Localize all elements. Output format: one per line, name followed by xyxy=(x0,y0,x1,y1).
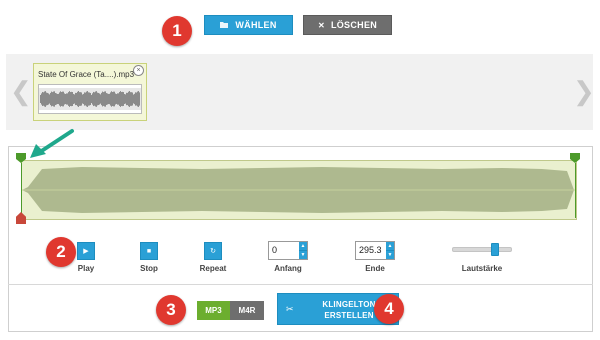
chevron-down-icon[interactable]: ▼ xyxy=(386,250,394,259)
end-time-value: 295.3 xyxy=(359,245,382,255)
step-badge-2: 2 xyxy=(46,237,76,267)
end-time-stepper[interactable]: ▲ ▼ xyxy=(386,242,394,259)
start-time-value: 0 xyxy=(272,245,278,255)
stop-label: Stop xyxy=(140,264,158,273)
stop-icon: ■ xyxy=(146,247,152,255)
file-waveform-thumbnail xyxy=(38,84,142,114)
end-time-input[interactable]: 295.3 ▲ ▼ xyxy=(355,241,395,260)
delete-label: LÖSCHEN xyxy=(330,20,378,30)
chevron-up-icon[interactable]: ▲ xyxy=(299,242,307,250)
start-time-stepper[interactable]: ▲ ▼ xyxy=(299,242,307,259)
play-label: Play xyxy=(77,264,95,273)
format-m4r-option[interactable]: M4R xyxy=(230,301,264,320)
format-mp3-option[interactable]: MP3 xyxy=(197,301,230,320)
selection-start-line xyxy=(21,163,22,218)
step-badge-1: 1 xyxy=(162,16,192,46)
folder-open-icon xyxy=(220,21,229,30)
volume-label: Lautstärke xyxy=(461,264,503,273)
repeat-label: Repeat xyxy=(199,264,227,273)
step-badge-3: 3 xyxy=(156,295,186,325)
volume-slider-thumb[interactable] xyxy=(491,243,499,256)
stop-button[interactable]: ■ xyxy=(140,242,158,260)
play-button[interactable]: ▶ xyxy=(77,242,95,260)
repeat-button[interactable]: ↻ xyxy=(204,242,222,260)
file-name: State Of Grace (Ta....).mp3 xyxy=(38,70,135,79)
choose-file-button[interactable]: WÄHLEN xyxy=(204,15,293,35)
prev-arrow-icon[interactable]: ❮ xyxy=(10,78,32,104)
step-badge-4: 4 xyxy=(374,294,404,324)
waveform[interactable] xyxy=(21,160,577,220)
guide-arrow-icon xyxy=(30,129,74,158)
format-toggle[interactable]: MP3 M4R xyxy=(197,301,264,320)
repeat-icon: ↻ xyxy=(210,248,216,255)
start-time-label: Anfang xyxy=(274,264,302,273)
choose-file-label: WÄHLEN xyxy=(235,20,277,30)
next-arrow-icon[interactable]: ❯ xyxy=(573,78,595,104)
play-icon: ▶ xyxy=(83,248,89,255)
selection-end-line xyxy=(575,163,576,218)
close-icon[interactable]: × xyxy=(133,65,144,76)
end-time-label: Ende xyxy=(365,264,385,273)
panel-divider xyxy=(8,284,593,285)
close-icon: ✕ xyxy=(317,20,325,30)
volume-slider[interactable] xyxy=(452,247,512,252)
delete-button[interactable]: ✕ LÖSCHEN xyxy=(303,15,392,35)
start-time-input[interactable]: 0 ▲ ▼ xyxy=(268,241,308,260)
scissors-icon: ✂ xyxy=(286,304,294,314)
chevron-down-icon[interactable]: ▼ xyxy=(299,250,307,259)
file-card[interactable]: State Of Grace (Ta....).mp3 × xyxy=(33,63,147,121)
chevron-up-icon[interactable]: ▲ xyxy=(386,242,394,250)
